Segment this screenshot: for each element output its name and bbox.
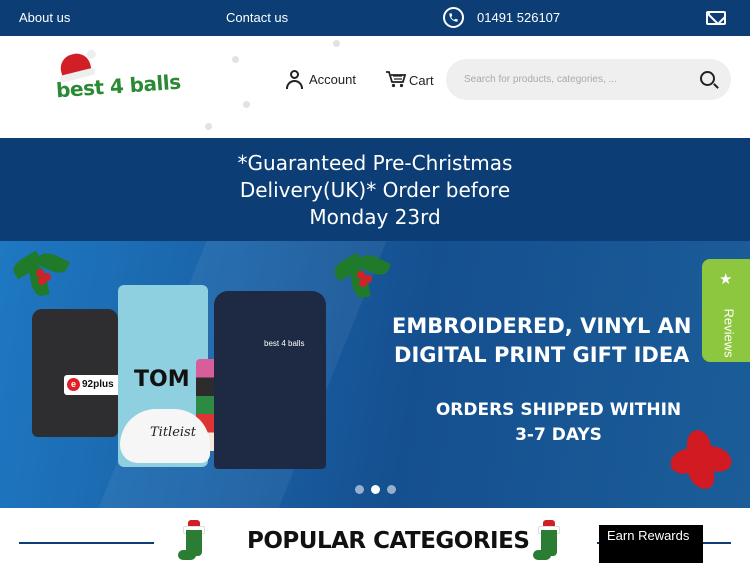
phone-link[interactable]: 01491 526107 xyxy=(443,7,560,28)
banner-line-2: Delivery(UK)* Order before xyxy=(239,178,511,202)
snowflake xyxy=(232,56,239,63)
holly-icon xyxy=(331,249,391,300)
hero-headline-line-2: DIGITAL PRINT GIFT IDEA xyxy=(394,343,690,367)
snowflake xyxy=(205,123,212,130)
site-header: best 4 balls Account Cart xyxy=(0,36,750,138)
shoe-bag-image: 92plus xyxy=(32,309,136,437)
carousel-dot-3[interactable] xyxy=(387,485,396,494)
cap-text: Titleist xyxy=(150,425,196,440)
carousel-dot-1[interactable] xyxy=(355,485,364,494)
earn-rewards-button[interactable]: Earn Rewards xyxy=(599,525,703,563)
reviews-tab[interactable]: ★ Reviews xyxy=(702,259,750,362)
towel-text: TOM xyxy=(134,367,190,392)
banner-line-1: *Guaranteed Pre-Christmas xyxy=(237,151,513,175)
cap-image: Titleist xyxy=(120,409,210,463)
divider xyxy=(19,542,154,544)
banner-line-3: Monday 23rd xyxy=(309,205,441,229)
hero-headline-line-1: EMBROIDERED, VINYL AN xyxy=(392,314,692,338)
top-bar: About us Contact us 01491 526107 xyxy=(0,0,750,36)
search-icon[interactable] xyxy=(700,71,715,86)
delivery-banner: *Guaranteed Pre-Christmas Delivery(UK)* … xyxy=(0,138,750,241)
about-us-link[interactable]: About us xyxy=(19,10,70,25)
snowflake xyxy=(243,101,250,108)
hero-sub-line-2: 3-7 DAYS xyxy=(515,425,602,445)
santa-hat-icon xyxy=(57,50,93,80)
hero-subheadline: ORDERS SHIPPED WITHIN 3-7 DAYS xyxy=(431,398,686,448)
hero-carousel[interactable]: 92plus TOM Titleist best 4 balls EMBROID… xyxy=(0,241,750,508)
search-input[interactable] xyxy=(464,70,684,88)
gift-bow-icon xyxy=(666,428,736,495)
snowflake xyxy=(333,40,340,47)
shirt-logo-text: best 4 balls xyxy=(264,339,305,348)
stocking-icon xyxy=(178,520,210,562)
cart-link[interactable]: Cart xyxy=(385,70,434,91)
reviews-label: Reviews xyxy=(721,308,737,358)
stocking-icon xyxy=(533,520,565,562)
account-link[interactable]: Account xyxy=(286,70,356,89)
contact-us-link[interactable]: Contact us xyxy=(226,10,288,25)
polo-shirt-image: best 4 balls xyxy=(214,291,326,469)
carousel-dots xyxy=(355,485,396,494)
phone-number: 01491 526107 xyxy=(477,10,561,25)
star-icon: ★ xyxy=(719,271,733,288)
hero-headline: EMBROIDERED, VINYL AN DIGITAL PRINT GIFT… xyxy=(392,312,691,370)
cart-icon xyxy=(385,70,407,91)
carousel-dot-2[interactable] xyxy=(371,485,380,494)
phone-icon xyxy=(443,7,464,28)
search-bar xyxy=(446,59,731,100)
section-title: POPULAR CATEGORIES xyxy=(247,528,530,554)
mail-icon[interactable] xyxy=(706,11,726,25)
account-label: Account xyxy=(309,72,356,87)
logo[interactable]: best 4 balls xyxy=(55,50,181,102)
cart-label: Cart xyxy=(409,73,434,88)
hero-sub-line-1: ORDERS SHIPPED WITHIN xyxy=(435,400,682,420)
user-icon xyxy=(286,70,303,89)
holly-icon xyxy=(10,249,70,298)
